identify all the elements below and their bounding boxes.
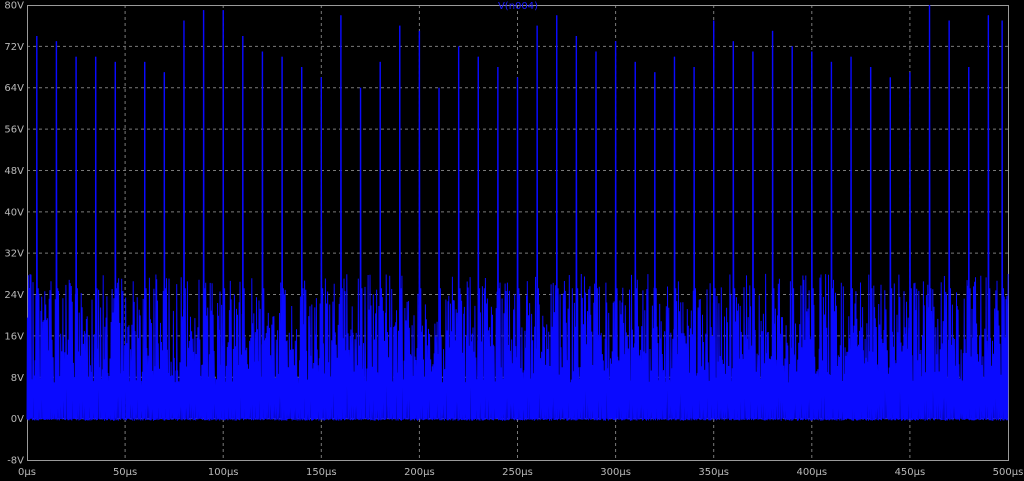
x-tick-label-0: 0µs: [18, 467, 36, 478]
x-tick-label-3: 150µs: [306, 467, 337, 478]
y-tick-label-0: -8V: [7, 456, 24, 467]
x-tick-label-1: 50µs: [113, 467, 137, 478]
x-tick-label-10: 500µs: [993, 467, 1024, 478]
y-tick-label-7: 48V: [4, 166, 24, 177]
y-tick-label-11: 80V: [4, 1, 24, 12]
y-tick-label-2: 8V: [11, 373, 24, 384]
x-tick-label-2: 100µs: [208, 467, 239, 478]
x-tick-label-6: 300µs: [600, 467, 631, 478]
y-tick-label-4: 24V: [4, 290, 24, 301]
x-tick-label-9: 450µs: [895, 467, 926, 478]
y-tick-label-8: 56V: [4, 125, 24, 136]
y-tick-label-1: 0V: [11, 414, 24, 425]
y-tick-label-10: 72V: [4, 42, 24, 53]
waveform-plot: -8V 0V 8V 16V 24V 32V 40V 48V 56V 64V 72V 80V 0µs 50…: [0, 0, 1024, 481]
x-tick-label-4: 200µs: [404, 467, 435, 478]
trace-name-label[interactable]: V(n004): [498, 1, 538, 12]
x-tick-label-7: 350µs: [698, 467, 729, 478]
y-tick-label-6: 40V: [4, 207, 24, 218]
y-tick-label-5: 32V: [4, 249, 24, 260]
y-tick-label-3: 16V: [4, 331, 24, 342]
y-tick-label-9: 64V: [4, 83, 24, 94]
x-tick-label-5: 250µs: [502, 467, 533, 478]
x-tick-label-8: 400µs: [796, 467, 827, 478]
